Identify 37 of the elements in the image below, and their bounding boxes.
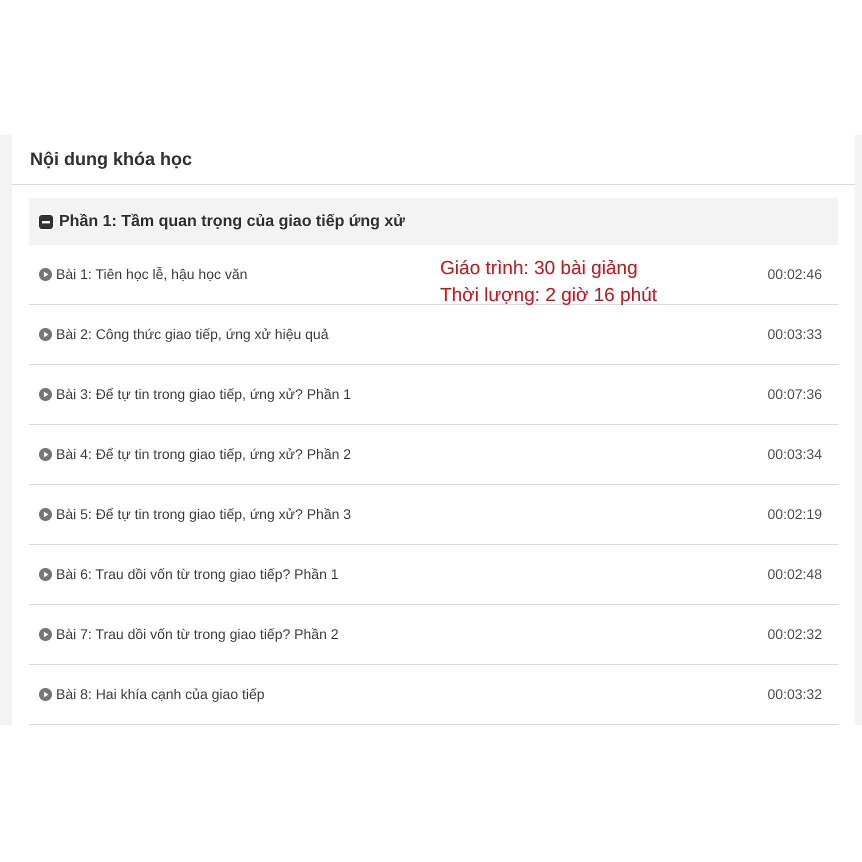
lesson-title: Bài 1: Tiên học lễ, hậu học văn: [56, 265, 248, 284]
lesson-title: Bài 5: Để tự tin trong giao tiếp, ứng xử? Phần 3: [56, 505, 352, 524]
card-title: Nội dung khóa học: [30, 148, 192, 171]
play-icon: [39, 628, 52, 641]
lesson-duration: 00:03:33: [768, 325, 822, 344]
annotation-text: Thời lượng: 2 giờ 16 phút: [440, 284, 657, 308]
play-icon: [39, 268, 52, 281]
lesson-row[interactable]: Bài 4: Để tự tin trong giao tiếp, ứng xử? Phần 2 00:03:34: [29, 425, 838, 485]
play-icon: [39, 688, 52, 701]
lesson-title: Bài 3: Để tự tin trong giao tiếp, ứng xử? Phần 1: [56, 385, 352, 404]
lesson-row[interactable]: Bài 6: Trau dồi vốn từ trong giao tiếp? Phần 1 00:02:48: [29, 545, 838, 605]
section-title: Phần 1: Tầm quan trọng của giao tiếp ứng xử: [59, 212, 405, 232]
play-icon: [39, 328, 52, 341]
lesson-row[interactable]: Bài 8: Hai khía cạnh của giao tiếp 00:03:32: [29, 665, 838, 725]
lesson-title: Bài 7: Trau dồi vốn từ trong giao tiếp? Phần 2: [56, 625, 339, 644]
lesson-title: Bài 8: Hai khía cạnh của giao tiếp: [56, 685, 265, 704]
lesson-row[interactable]: Bài 2: Công thức giao tiếp, ứng xử hiệu quả 00:03:33: [29, 305, 838, 365]
lesson-duration: 00:02:46: [768, 265, 822, 284]
lesson-duration: 00:03:34: [768, 445, 822, 464]
lesson-title: Bài 2: Công thức giao tiếp, ứng xử hiệu quả: [56, 325, 329, 344]
lesson-row[interactable]: Bài 7: Trau dồi vốn từ trong giao tiếp? Phần 2 00:02:32: [29, 605, 838, 665]
lesson-row[interactable]: Bài 3: Để tự tin trong giao tiếp, ứng xử? Phần 1 00:07:36: [29, 365, 838, 425]
play-icon: [39, 448, 52, 461]
play-icon: [39, 568, 52, 581]
lesson-duration: 00:02:32: [768, 625, 822, 644]
lesson-duration: 00:02:19: [768, 505, 822, 524]
lesson-row[interactable]: Bài 5: Để tự tin trong giao tiếp, ứng xử? Phần 3 00:02:19: [29, 485, 838, 545]
play-icon: [39, 388, 52, 401]
lesson-title: Bài 6: Trau dồi vốn từ trong giao tiếp? Phần 1: [56, 565, 339, 584]
play-icon: [39, 508, 52, 521]
collapse-icon[interactable]: [39, 214, 53, 228]
section-header[interactable]: Phần 1: Tầm quan trọng của giao tiếp ứng xử: [29, 198, 838, 245]
annotation-text: Giáo trình: 30 bài giảng: [440, 257, 639, 281]
lesson-title: Bài 4: Để tự tin trong giao tiếp, ứng xử? Phần 2: [56, 445, 352, 464]
lesson-duration: 00:02:48: [768, 565, 822, 584]
lesson-duration: 00:07:36: [768, 385, 822, 404]
lesson-duration: 00:03:32: [768, 685, 822, 704]
